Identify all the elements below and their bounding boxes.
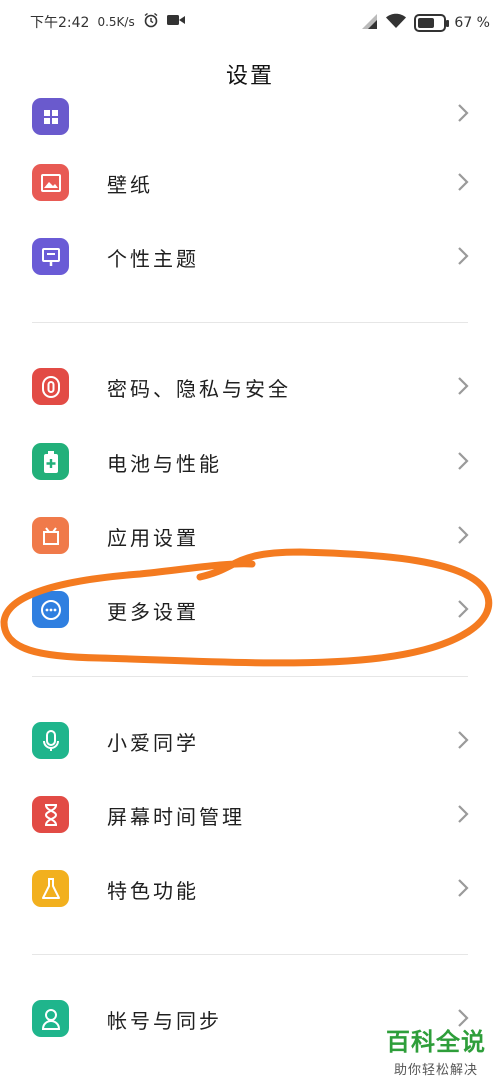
settings-item-assistant[interactable]: 小爱同学 [0, 704, 500, 778]
chevron-right-icon [458, 452, 469, 470]
chevron-right-icon [458, 526, 469, 544]
settings-item-battery[interactable]: 电池与性能 [0, 425, 500, 499]
theme-icon [32, 238, 69, 275]
section-divider [32, 322, 468, 323]
settings-item-screen-time[interactable]: 屏幕时间管理 [0, 778, 500, 852]
settings-item-label: 屏幕时间管理 [107, 805, 245, 829]
flask-icon [32, 870, 69, 907]
battery-plus-icon [32, 443, 69, 480]
status-time: 下午2:42 [30, 15, 90, 31]
chevron-right-icon [458, 805, 469, 823]
hourglass-icon [32, 796, 69, 833]
lock-icon [32, 368, 69, 405]
status-left: 下午2:42 0.5K/s [30, 12, 185, 32]
microphone-icon [32, 722, 69, 759]
settings-item-label: 特色功能 [107, 879, 199, 903]
watermark-title: 百科全说 [386, 1028, 486, 1056]
status-right: 67 % [360, 12, 490, 34]
settings-item-label: 个性主题 [107, 247, 199, 271]
alarm-icon [143, 12, 159, 32]
video-icon [166, 14, 185, 30]
watermark: 百科全说 助你轻松解决 [386, 1022, 486, 1078]
settings-item-theme[interactable]: 个性主题 [0, 220, 500, 294]
chevron-right-icon [458, 879, 469, 897]
settings-item-privacy[interactable]: 密码、隐私与安全 [0, 350, 500, 424]
settings-item-label: 电池与性能 [107, 452, 222, 476]
settings-item-apps[interactable]: 应用设置 [0, 499, 500, 573]
section-divider [32, 954, 468, 955]
status-bar: 下午2:42 0.5K/s 67 % [0, 0, 500, 46]
watermark-subtitle: 助你轻松解决 [393, 1063, 478, 1078]
wallpaper-icon [32, 164, 69, 201]
page-title-overlay: 设置 [225, 64, 274, 89]
settings-item-label: 密码、隐私与安全 [107, 377, 291, 401]
more-dots-icon [32, 591, 69, 628]
settings-item-label: 小爱同学 [107, 731, 199, 755]
settings-item-label: 壁纸 [107, 173, 153, 197]
battery-percent: 67 % [454, 15, 490, 31]
chevron-right-icon [458, 173, 469, 191]
chevron-right-icon [458, 600, 469, 618]
chevron-right-icon [458, 247, 469, 265]
settings-screen: 下午2:42 0.5K/s 67 % 设置 设置 [0, 0, 500, 1083]
settings-item-wallpaper[interactable]: 壁纸 [0, 146, 500, 220]
chevron-right-icon [458, 104, 469, 122]
section-divider [32, 676, 468, 677]
settings-item-label: 帐号与同步 [107, 1009, 222, 1033]
apps-icon [32, 517, 69, 554]
chevron-right-icon [458, 377, 469, 395]
settings-item-features[interactable]: 特色功能 [0, 852, 500, 926]
battery-icon [414, 14, 450, 32]
settings-item-label: 应用设置 [107, 526, 199, 550]
wifi-icon [386, 13, 407, 33]
settings-item-more[interactable]: 更多设置 [0, 573, 500, 647]
user-icon [32, 1000, 69, 1037]
network-speed: 0.5K/s [97, 15, 135, 29]
home-grid-icon [32, 98, 69, 135]
settings-item-label: 更多设置 [107, 600, 199, 624]
signal-icon [360, 12, 378, 34]
chevron-right-icon [458, 731, 469, 749]
